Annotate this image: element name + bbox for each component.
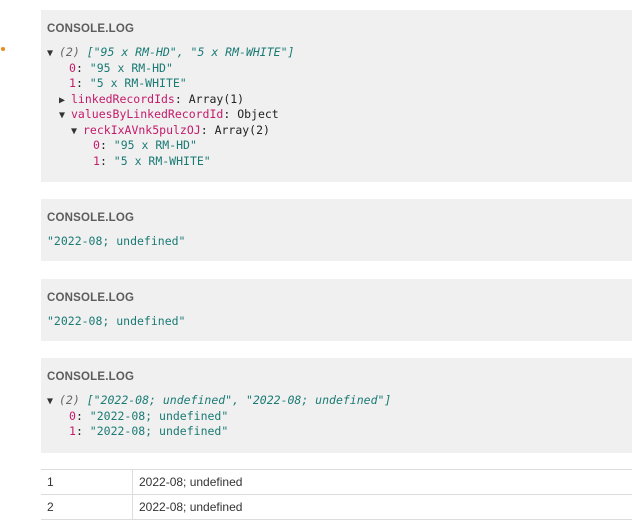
string-value: "5 x RM-WHITE" bbox=[89, 76, 187, 90]
row-value: 2022-08; undefined bbox=[139, 475, 243, 489]
table-row: 1 2022-08; undefined bbox=[41, 470, 632, 495]
console-line: 1: "2022-08; undefined" bbox=[47, 424, 626, 440]
panel-label: CONSOLE.LOG bbox=[47, 212, 135, 224]
string-value: "2022-08; undefined" bbox=[47, 234, 186, 248]
array-preview: (2) ["2022-08; undefined", "2022-08; und… bbox=[59, 393, 391, 407]
property-key: valuesByLinkedRecordId bbox=[71, 107, 224, 121]
console-line: 0: "95 x RM-HD" bbox=[47, 138, 626, 154]
array-values: ["2022-08; undefined", "2022-08; undefin… bbox=[86, 393, 392, 407]
console-line[interactable]: ▼ (2) ["95 x RM-HD", "5 x RM-WHITE"] bbox=[47, 45, 626, 61]
array-preview: (2) ["95 x RM-HD", "5 x RM-WHITE"] bbox=[59, 45, 294, 59]
console-line[interactable]: ▼ reckIxAVnk5pulzOJ: Array(2) bbox=[47, 123, 626, 139]
property-separator: : bbox=[75, 76, 90, 90]
property-separator: : bbox=[75, 424, 90, 438]
console-line: "2022-08; undefined" bbox=[47, 234, 626, 250]
console-line[interactable]: ▼ valuesByLinkedRecordId: Object bbox=[47, 107, 626, 123]
expand-triangle-down-icon[interactable]: ▼ bbox=[47, 394, 59, 410]
string-value: "2022-08; undefined" bbox=[89, 408, 229, 423]
array-length: (2) bbox=[59, 45, 87, 59]
string-value: "95 x RM-HD" bbox=[113, 138, 197, 152]
console-line: 0: "95 x RM-HD" bbox=[47, 61, 626, 77]
console-line: "2022-08; undefined" bbox=[47, 314, 626, 330]
panel-label: CONSOLE.LOG bbox=[47, 23, 135, 35]
property-separator: : bbox=[99, 138, 114, 152]
console-log-panel-3: CONSOLE.LOG "2022-08; undefined" bbox=[41, 279, 632, 341]
console-output: "2022-08; undefined" bbox=[47, 314, 626, 330]
panel-label: CONSOLE.LOG bbox=[47, 371, 135, 383]
table-row: 2 2022-08; undefined bbox=[41, 495, 632, 520]
array-length: (2) bbox=[59, 393, 87, 407]
property-separator: : bbox=[200, 122, 215, 137]
property-separator: : bbox=[75, 408, 90, 423]
property-key: 1 bbox=[93, 153, 100, 168]
property-key: linkedRecordIds bbox=[71, 91, 175, 106]
console-line[interactable]: ▼ (2) ["2022-08; undefined", "2022-08; un… bbox=[47, 393, 626, 409]
row-index: 2 bbox=[41, 495, 133, 519]
property-separator: : bbox=[223, 107, 238, 121]
console-line[interactable]: ▶ linkedRecordIds: Array(1) bbox=[47, 92, 626, 108]
console-line: 1: "5 x RM-WHITE" bbox=[47, 76, 626, 92]
console-log-panel-4: CONSOLE.LOG ▼ (2) ["2022-08; undefined", … bbox=[41, 358, 632, 453]
bullet-dot-icon bbox=[1, 47, 5, 51]
property-key: 0 bbox=[69, 408, 76, 423]
property-key: 1 bbox=[69, 76, 76, 90]
string-value: "2022-08; undefined" bbox=[89, 424, 229, 438]
row-value: 2022-08; undefined bbox=[139, 500, 243, 514]
console-output: ▼ (2) ["95 x RM-HD", "5 x RM-WHITE"] 0: "9… bbox=[47, 45, 626, 169]
expand-triangle-right-icon[interactable]: ▶ bbox=[59, 93, 71, 109]
console-log-panel-2: CONSOLE.LOG "2022-08; undefined" bbox=[41, 199, 632, 261]
expand-triangle-down-icon[interactable]: ▼ bbox=[47, 46, 59, 62]
console-line: 0: "2022-08; undefined" bbox=[47, 409, 626, 425]
property-separator: : bbox=[174, 91, 189, 106]
result-table: 1 2022-08; undefined 2 2022-08; undefine… bbox=[41, 469, 632, 520]
panel-label: CONSOLE.LOG bbox=[47, 292, 135, 304]
object-value: Object bbox=[237, 107, 279, 121]
console-log-panel-1: CONSOLE.LOG ▼ (2) ["95 x RM-HD", "5 x RM-… bbox=[41, 10, 632, 182]
string-value: "2022-08; undefined" bbox=[47, 314, 186, 328]
console-output: ▼ (2) ["2022-08; undefined", "2022-08; un… bbox=[47, 393, 626, 440]
property-key: 1 bbox=[69, 424, 76, 438]
expand-triangle-down-icon[interactable]: ▼ bbox=[71, 124, 83, 140]
property-key: reckIxAVnk5pulzOJ bbox=[83, 122, 201, 137]
console-output: "2022-08; undefined" bbox=[47, 234, 626, 250]
expand-triangle-down-icon[interactable]: ▼ bbox=[59, 108, 71, 124]
string-value: "95 x RM-HD" bbox=[89, 60, 173, 75]
object-value: Array(2) bbox=[214, 122, 270, 137]
property-key: 0 bbox=[93, 138, 100, 152]
array-values: ["95 x RM-HD", "5 x RM-WHITE"] bbox=[86, 45, 295, 59]
row-index: 1 bbox=[41, 470, 133, 494]
property-separator: : bbox=[75, 60, 90, 75]
property-key: 0 bbox=[69, 60, 76, 75]
console-line: 1: "5 x RM-WHITE" bbox=[47, 154, 626, 170]
string-value: "5 x RM-WHITE" bbox=[113, 153, 211, 168]
property-separator: : bbox=[99, 153, 114, 168]
object-value: Array(1) bbox=[188, 91, 245, 106]
